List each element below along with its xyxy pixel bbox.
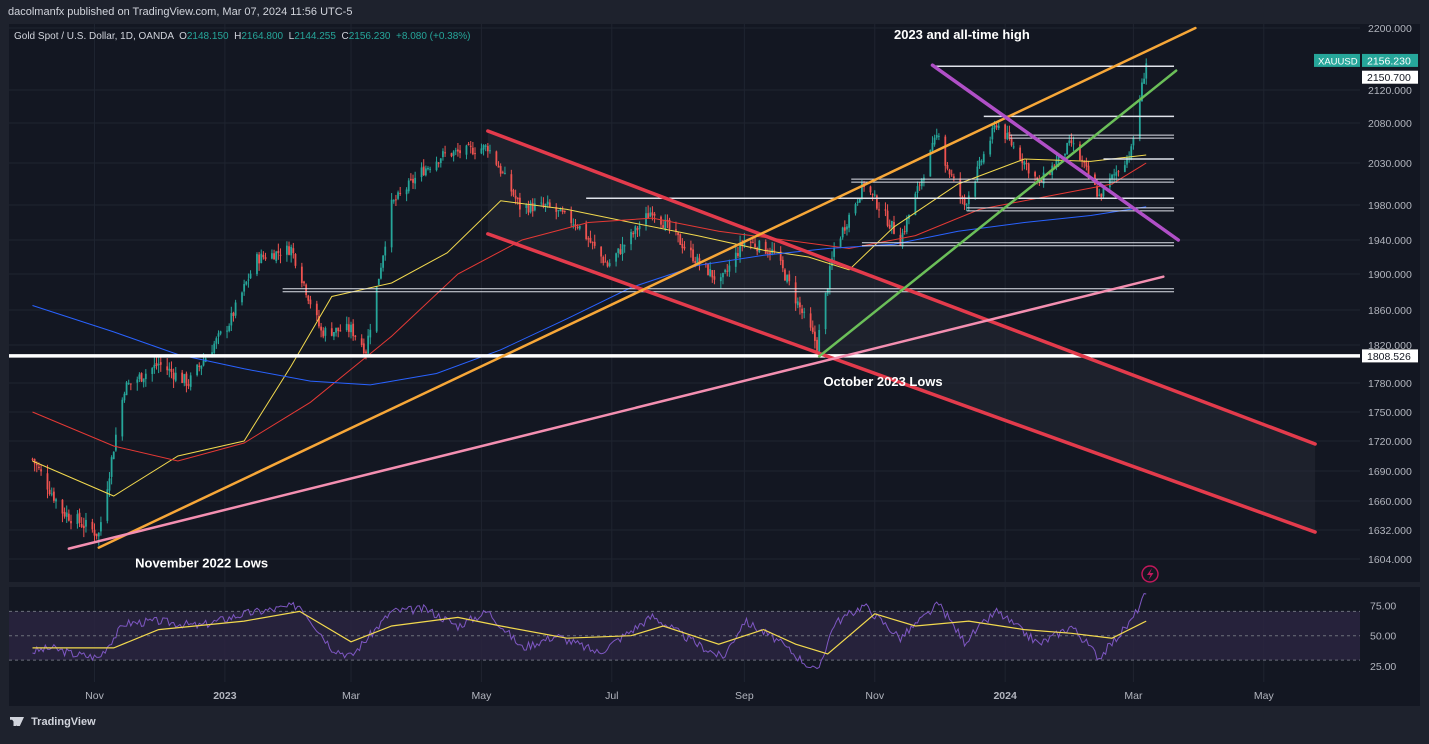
time-axis-tick-label: Nov xyxy=(865,690,884,702)
candle xyxy=(390,193,393,253)
change-value: +8.080 (+0.38%) xyxy=(396,31,471,42)
low-value: 2144.255 xyxy=(294,31,336,42)
time-axis-tick-label: 2024 xyxy=(993,690,1017,702)
candle xyxy=(858,198,861,203)
candle xyxy=(375,286,378,333)
candle xyxy=(758,239,761,254)
candle xyxy=(861,180,863,201)
price-axis-tick-label: 1900.000 xyxy=(1368,269,1412,281)
candle xyxy=(377,278,380,286)
high-value: 2164.800 xyxy=(241,31,284,42)
time-axis-tick-label: May xyxy=(472,690,493,702)
instrument-name: Gold Spot / U.S. Dollar, 1D, OANDA xyxy=(14,31,174,42)
price-axis-tick-label: 1720.000 xyxy=(1368,436,1412,448)
open-label: O xyxy=(179,31,187,42)
symbol-tag: XAUUSD xyxy=(1314,53,1360,67)
price-axis-tick-label: 1660.000 xyxy=(1368,496,1412,508)
candle xyxy=(824,292,827,335)
price-axis-tick-label: 1940.000 xyxy=(1368,235,1412,247)
candle xyxy=(1138,95,1141,142)
rsi-axis-tick-label: 75.00 xyxy=(1370,600,1396,612)
candle xyxy=(140,372,143,383)
candle xyxy=(125,380,128,396)
last-price-text: 2156.230 xyxy=(1367,55,1411,67)
open-value: 2148.150 xyxy=(186,31,229,42)
price-axis-tick-label: 2080.000 xyxy=(1368,118,1412,130)
price-level-tag: 1808.526 xyxy=(1362,349,1418,363)
time-axis-tick-label: Nov xyxy=(85,690,104,702)
rsi-axis-tick-label: 25.00 xyxy=(1370,661,1396,673)
candle xyxy=(196,364,199,377)
close-value: 2156.230 xyxy=(348,31,391,42)
time-axis-tick-label: Mar xyxy=(1124,690,1143,702)
candle xyxy=(679,233,682,245)
candle xyxy=(112,451,115,460)
annotation-label: November 2022 Lows xyxy=(135,555,268,570)
chart-screenshot: 2023 and all-time high October 2023 Lows N… xyxy=(0,0,1429,739)
price-axis-tick-label: 1604.000 xyxy=(1368,554,1412,566)
tradingview-logo[interactable]: TradingView xyxy=(10,716,96,728)
price-axis-tick-label: 1860.000 xyxy=(1368,305,1412,317)
time-axis-tick-label: Jul xyxy=(605,690,618,702)
candle xyxy=(495,150,498,167)
tradingview-logo-icon xyxy=(10,717,24,726)
price-axis-tick-label: 1632.000 xyxy=(1368,525,1412,537)
price-axis-tick-label: 1980.000 xyxy=(1368,200,1412,212)
price-level-tag: 2150.700 xyxy=(1362,70,1418,84)
chart-svg: 2023 and all-time high October 2023 Lows N… xyxy=(0,0,1429,739)
time-axis-tick-label: Sep xyxy=(735,690,754,702)
tradingview-logo-text: TradingView xyxy=(31,716,96,728)
candle xyxy=(1066,142,1069,155)
candle xyxy=(256,252,258,277)
price-level-text: 2150.700 xyxy=(1367,72,1411,84)
price-axis-tick-label: 1780.000 xyxy=(1368,378,1412,390)
candle xyxy=(707,263,709,276)
instrument-legend[interactable]: Gold Spot / U.S. Dollar, 1D, OANDA O2148… xyxy=(14,31,471,42)
candle xyxy=(121,397,124,441)
candle xyxy=(784,268,786,281)
symbol-tag-text: XAUUSD xyxy=(1318,56,1358,67)
annotation-label: October 2023 Lows xyxy=(823,374,942,389)
time-axis-tick-label: Mar xyxy=(342,690,361,702)
publisher-line: dacolmanfx published on TradingView.com,… xyxy=(8,6,353,18)
price-axis-tick-label: 2030.000 xyxy=(1368,158,1412,170)
last-price-tag: 2156.230 xyxy=(1362,53,1418,67)
annotation-label: 2023 and all-time high xyxy=(894,27,1030,42)
price-axis-tick-label: 1750.000 xyxy=(1368,407,1412,419)
candle xyxy=(875,194,878,211)
time-axis-tick-label: 2023 xyxy=(213,690,237,702)
time-axis-tick-label: May xyxy=(1254,690,1275,702)
candle xyxy=(234,299,237,319)
price-axis-tick-label: 2120.000 xyxy=(1368,85,1412,97)
close-label: C xyxy=(341,31,349,42)
price-level-text: 1808.526 xyxy=(1367,351,1411,363)
candle xyxy=(1019,145,1022,162)
rsi-axis-tick-label: 50.00 xyxy=(1370,631,1396,643)
price-axis-tick-label: 2200.000 xyxy=(1368,23,1412,35)
price-axis-tick-label: 1690.000 xyxy=(1368,466,1412,478)
